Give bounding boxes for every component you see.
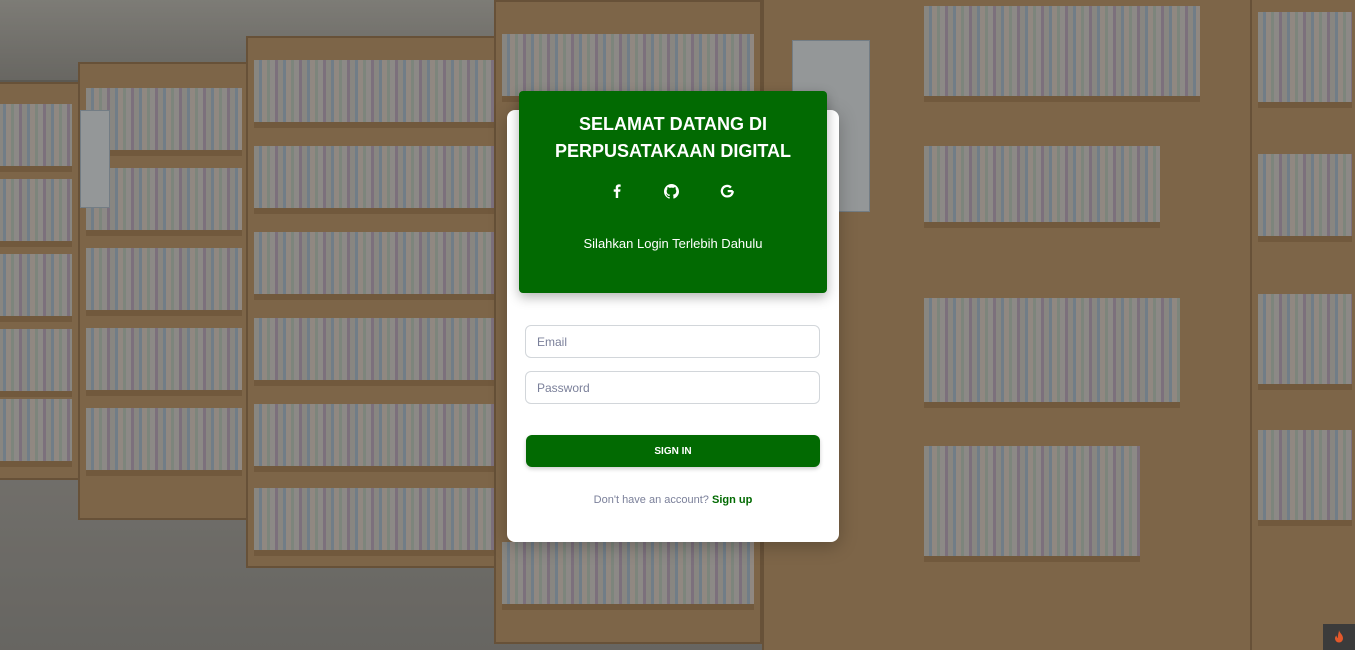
sign-in-button[interactable]: SIGN IN — [526, 435, 820, 467]
page-title: SELAMAT DATANG DI PERPUSATAKAAN DIGITAL — [555, 114, 791, 161]
facebook-icon[interactable] — [605, 179, 629, 203]
google-icon[interactable] — [715, 179, 739, 203]
login-subtitle: Silahkan Login Terlebih Dahulu — [583, 236, 763, 251]
card-header: SELAMAT DATANG DI PERPUSATAKAAN DIGITAL … — [519, 91, 827, 293]
github-icon[interactable] — [659, 179, 683, 203]
email-input[interactable] — [525, 325, 820, 358]
sign-up-link[interactable]: Sign up — [712, 494, 752, 506]
password-input[interactable] — [525, 371, 820, 404]
social-login-group — [519, 179, 827, 203]
flame-icon[interactable] — [1323, 624, 1355, 650]
signup-prompt: Don't have an account? Sign up — [593, 494, 753, 506]
